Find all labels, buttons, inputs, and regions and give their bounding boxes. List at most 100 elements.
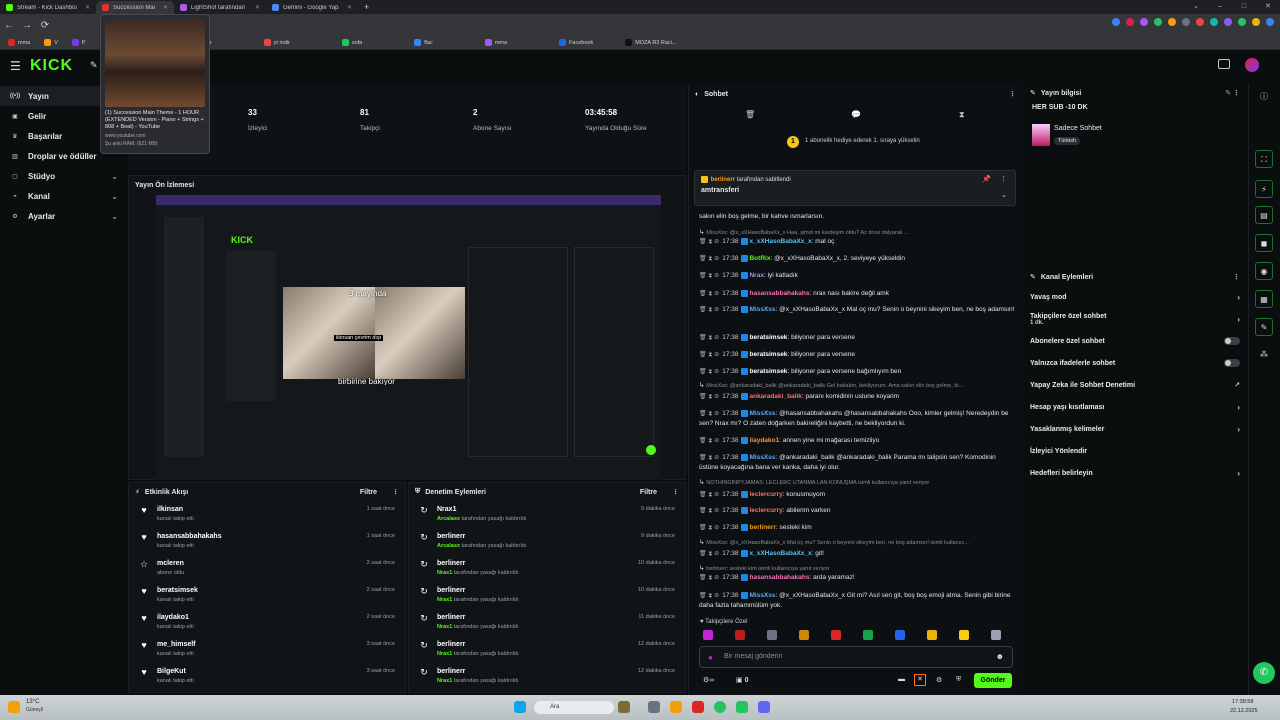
chat-username[interactable]: leclercurry: [749, 507, 782, 514]
message-actions-icon[interactable]: 🗑 ⧗ ⊘: [699, 438, 719, 444]
close-window-button[interactable]: ✕: [1256, 0, 1280, 14]
channel-actions-more-icon[interactable]: ⋮: [1233, 273, 1240, 281]
event-username[interactable]: berlinerr: [437, 533, 526, 540]
emote-icon[interactable]: [767, 630, 777, 640]
browser-tab[interactable]: Stream - Kick Dashboard ✕: [0, 1, 96, 14]
event-username[interactable]: beratsimsek: [157, 587, 198, 594]
moderator-name[interactable]: Nrax1: [437, 597, 452, 603]
moderator-name[interactable]: Arcalasx: [437, 516, 460, 522]
extension-icon[interactable]: [1154, 18, 1162, 26]
bookmark-item[interactable]: Facebook: [557, 39, 595, 46]
reload-icon[interactable]: ⟳: [36, 20, 54, 31]
extension-icon[interactable]: [1196, 18, 1204, 26]
channel-action-row[interactable]: Yapay Zeka ile Sohbet Denetimi ↗: [1024, 374, 1246, 396]
chat-username[interactable]: x_xXHasoBabaXx_x: [749, 550, 811, 557]
broadcast-icon[interactable]: ◉: [1255, 262, 1273, 280]
bookmark-item[interactable]: sofa: [340, 39, 364, 46]
event-username[interactable]: Nrax1: [437, 506, 526, 513]
mute-icon[interactable]: ✕: [914, 674, 926, 686]
taskbar-app-icon[interactable]: [692, 701, 704, 713]
new-tab-button[interactable]: +: [358, 1, 375, 14]
event-username[interactable]: me_himself: [157, 641, 196, 648]
extension-icon[interactable]: [1168, 18, 1176, 26]
channel-action-row[interactable]: Yalnızca ifadelerle sohbet: [1024, 352, 1246, 374]
mod-shield-icon[interactable]: ⛨: [956, 676, 961, 684]
trash-icon[interactable]: 🗑: [745, 110, 755, 119]
chat-username[interactable]: ankaradaki_balik: [749, 393, 801, 400]
message-actions-icon[interactable]: 🗑 ⧗ ⊘: [699, 411, 719, 417]
message-actions-icon[interactable]: 🗑 ⧗ ⊘: [699, 307, 719, 313]
pinned-more-icon[interactable]: ⋮: [1000, 175, 1007, 183]
event-username[interactable]: berlinerr: [437, 587, 519, 594]
message-actions-icon[interactable]: 🗑 ⧗ ⊘: [699, 575, 719, 581]
event-username[interactable]: ilaydako1: [157, 614, 194, 621]
sidebar-item-folder[interactable]: ▢ Stüdyo ⌄: [0, 166, 128, 186]
browser-tab[interactable]: Gemini - Google Yapay Zek ✕: [266, 1, 358, 14]
support-chat-icon[interactable]: ✆: [1253, 662, 1275, 684]
message-actions-icon[interactable]: 🗑 ⧗ ⊘: [699, 335, 719, 341]
taskbar-app-icon[interactable]: [618, 701, 630, 713]
spotify-icon[interactable]: [714, 701, 726, 713]
filter-button[interactable]: Filtre: [640, 489, 657, 496]
chat-username[interactable]: MissXss: [749, 592, 775, 599]
extension-icon[interactable]: [1266, 18, 1274, 26]
bolt-icon[interactable]: ⚡: [1255, 180, 1273, 198]
emote-icon[interactable]: [895, 630, 905, 640]
chat-username[interactable]: ilaydako1: [749, 437, 779, 444]
message-actions-icon[interactable]: 🗑 ⧗ ⊘: [699, 492, 719, 498]
stream-preview-video[interactable]: KICK 3 mayında ikinsan çevrim dışı birbi…: [156, 195, 661, 480]
channel-action-row[interactable]: İzleyici Yönlendir: [1024, 440, 1246, 462]
channel-action-row[interactable]: Yasaklanmış kelimeler ›: [1024, 418, 1246, 440]
event-username[interactable]: berlinerr: [437, 614, 519, 621]
settings-icon[interactable]: ⚙: [936, 676, 942, 684]
chat-username[interactable]: MissXss: [749, 306, 775, 313]
browser-tab[interactable]: LightShot tarafından Ekran ✕: [174, 1, 266, 14]
bookmark-item[interactable]: flac: [412, 39, 435, 46]
bookmark-item[interactable]: mma: [6, 39, 32, 46]
panel-more-icon[interactable]: ⋮: [672, 488, 679, 496]
toggle-switch[interactable]: [1224, 337, 1240, 345]
chat-username[interactable]: hasansabbahakahs: [749, 290, 809, 297]
wrench-icon[interactable]: ✎: [1255, 318, 1273, 336]
layout-icon[interactable]: ▦: [1255, 290, 1273, 308]
message-actions-icon[interactable]: 🗑 ⧗ ⊘: [699, 239, 719, 245]
bookmark-item[interactable]: V: [42, 39, 60, 46]
message-actions-icon[interactable]: 🗑 ⧗ ⊘: [699, 273, 719, 279]
chat-icon[interactable]: ◼: [1255, 234, 1273, 252]
event-username[interactable]: mcleren: [157, 560, 184, 567]
message-icon[interactable]: 💬: [851, 110, 861, 119]
screen-icon[interactable]: [1218, 59, 1230, 69]
emote-icon[interactable]: [831, 630, 841, 640]
chat-input[interactable]: ● Bir mesaj gönderin ☻: [699, 646, 1013, 668]
gift-icon[interactable]: ⚙∞: [703, 676, 714, 684]
tab-search-icon[interactable]: ⌄: [1184, 0, 1208, 14]
sidebar-item-gear[interactable]: ⚙ Ayarlar ⌄: [0, 206, 128, 226]
folder-icon[interactable]: [670, 701, 682, 713]
message-actions-icon[interactable]: 🗑 ⧗ ⊘: [699, 352, 719, 358]
weather-icon[interactable]: [8, 701, 20, 713]
chat-username[interactable]: leclercurry: [749, 491, 782, 498]
message-actions-icon[interactable]: 🗑 ⧗ ⊘: [699, 508, 719, 514]
extension-icon[interactable]: [1112, 18, 1120, 26]
stream-tag[interactable]: Türkish: [1054, 137, 1081, 145]
channel-action-row[interactable]: Abonelere özel sohbet: [1024, 330, 1246, 352]
extension-icon[interactable]: [1126, 18, 1134, 26]
pinned-message[interactable]: berlinerr tarafından sabitlendi amtransf…: [694, 170, 1016, 206]
message-actions-icon[interactable]: 🗑 ⧗ ⊘: [699, 394, 719, 400]
event-username[interactable]: berlinerr: [437, 641, 519, 648]
message-actions-icon[interactable]: 🗑 ⧗ ⊘: [699, 525, 719, 531]
event-username[interactable]: ilkinsan: [157, 506, 194, 513]
avatar[interactable]: [1245, 58, 1259, 72]
moderator-name[interactable]: Nrax1: [437, 570, 452, 576]
message-actions-icon[interactable]: 🗑 ⧗ ⊘: [699, 593, 719, 599]
kick-logo[interactable]: KICK: [30, 57, 73, 75]
taskbar-app-icon[interactable]: [648, 701, 660, 713]
filter-button[interactable]: Filtre: [360, 489, 377, 496]
channel-action-row[interactable]: Hedefleri belirleyin ›: [1024, 462, 1246, 484]
panel-more-icon[interactable]: ⋮: [392, 488, 399, 496]
message-actions-icon[interactable]: 🗑 ⧗ ⊘: [699, 256, 719, 262]
channel-action-row[interactable]: Takipçilere özel sohbet 1 dk. ›: [1024, 308, 1246, 330]
chat-username[interactable]: Nrax: [749, 272, 763, 279]
discord-icon[interactable]: [758, 701, 770, 713]
event-username[interactable]: berlinerr: [437, 560, 519, 567]
